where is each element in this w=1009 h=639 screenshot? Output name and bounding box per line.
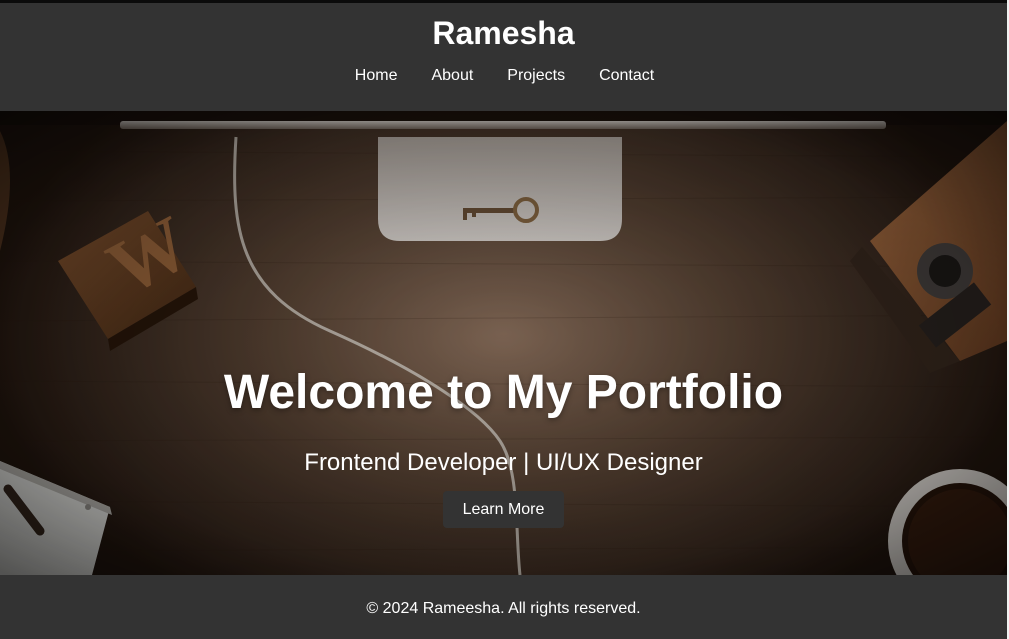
hero-subheading: Frontend Developer | UI/UX Designer xyxy=(304,449,703,476)
portfolio-page: Ramesha Home About Projects Contact Welc… xyxy=(0,0,1007,639)
main-nav: Home About Projects Contact xyxy=(0,67,1007,85)
copyright-text: © 2024 Rameesha. All rights reserved. xyxy=(366,600,641,617)
nav-link-home[interactable]: Home xyxy=(355,67,398,85)
hero-heading: Welcome to My Portfolio xyxy=(223,366,784,419)
learn-more-button[interactable]: Learn More xyxy=(443,491,564,528)
nav-link-contact[interactable]: Contact xyxy=(599,67,654,85)
site-title: Ramesha xyxy=(432,15,575,51)
hero-section: Welcome to My Portfolio Frontend Develop… xyxy=(0,111,1007,575)
nav-link-about[interactable]: About xyxy=(431,67,473,85)
site-header: Ramesha Home About Projects Contact xyxy=(0,0,1007,111)
nav-link-projects[interactable]: Projects xyxy=(507,67,565,85)
site-footer: © 2024 Rameesha. All rights reserved. xyxy=(0,575,1007,639)
